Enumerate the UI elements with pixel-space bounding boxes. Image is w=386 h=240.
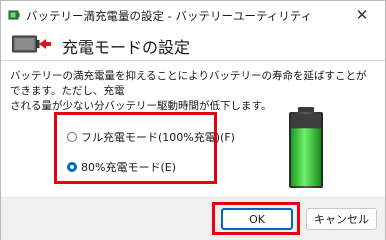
ok-button[interactable]: OK (221, 208, 293, 230)
close-icon: ✕ (355, 6, 369, 24)
radio-full-charge[interactable]: フル充電モード(100%充電)(F) (67, 129, 235, 145)
radio-80-charge-label: 80%充電モード(E) (81, 161, 176, 174)
close-button[interactable]: ✕ (339, 1, 385, 29)
battery-plug-icon (12, 35, 51, 53)
battery-app-icon (8, 10, 20, 20)
cancel-button[interactable]: キャンセル (306, 208, 377, 230)
radio-80-charge[interactable]: 80%充電モード(E) (67, 159, 176, 175)
radio-full-charge-label: フル充電モード(100%充電)(F) (81, 131, 235, 144)
radio-80-charge-indicator[interactable] (67, 162, 77, 172)
page-title: 充電モードの設定 (62, 38, 191, 57)
title-bar: バッテリー満充電量の設定 - バッテリーユーティリティ ✕ (1, 1, 385, 29)
battery-fill (291, 128, 321, 186)
header-separator (1, 60, 385, 61)
dialog-window: バッテリー満充電量の設定 - バッテリーユーティリティ ✕ 充電モードの設定 バ… (0, 0, 386, 240)
window-title: バッテリー満充電量の設定 - バッテリーユーティリティ (26, 9, 313, 23)
battery-level-icon (289, 107, 323, 188)
charge-mode-options-highlight: フル充電モード(100%充電)(F) 80%充電モード(E) (54, 112, 235, 184)
radio-full-charge-indicator[interactable] (67, 132, 77, 142)
